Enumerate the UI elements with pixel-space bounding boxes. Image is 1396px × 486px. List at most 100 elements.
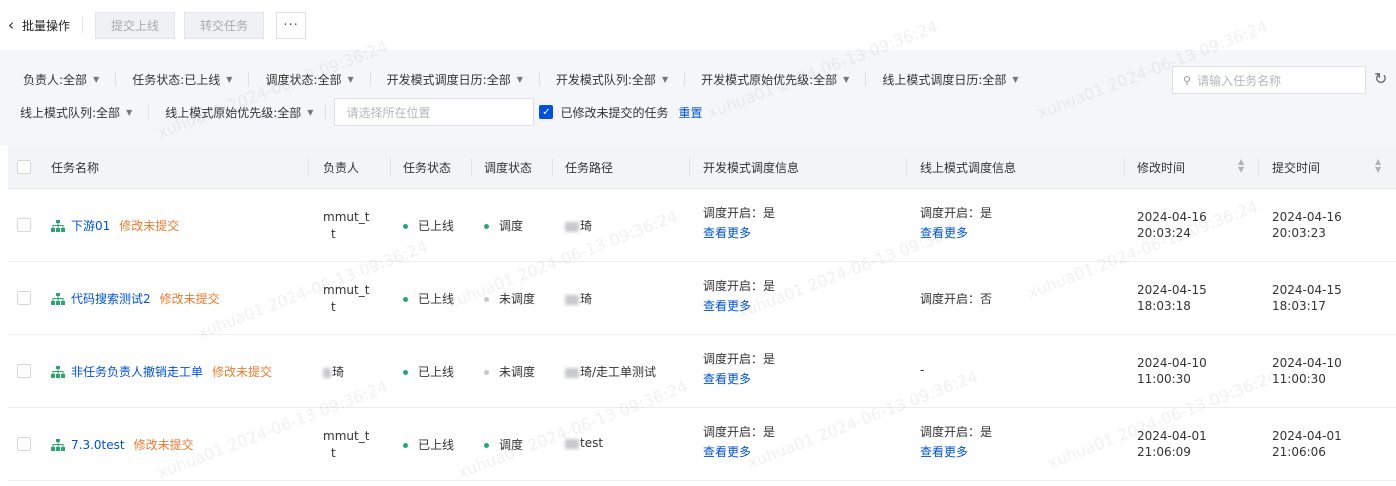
online-info-cell: - (920, 363, 924, 377)
caret-down-icon: ▼ (843, 74, 850, 84)
filter-divider (148, 105, 150, 119)
redacted-mark (565, 294, 579, 305)
owner-filter-value: 全部 (63, 72, 88, 87)
status-dot-icon (484, 443, 489, 448)
submit-date: 2024-04-16 (1272, 210, 1342, 224)
task-name-link[interactable]: 代码搜索测试2 (71, 290, 151, 307)
submit-date: 2024-04-01 (1272, 429, 1342, 443)
col-owner: 负责人 (323, 161, 360, 175)
task-path-cell: 琦 (565, 290, 592, 307)
online-priority-filter[interactable]: 线上模式原始优先级: 全部 ▼ (165, 104, 313, 121)
task-status-filter[interactable]: 任务状态: 已上线 ▼ (132, 71, 232, 88)
row-checkbox[interactable] (17, 218, 31, 232)
more-actions-button[interactable]: ··· (276, 11, 307, 39)
modified-clock: 18:03:18 (1137, 299, 1191, 313)
online-view-more-link[interactable]: 查看更多 (920, 223, 992, 243)
modified-only-label: 已修改未提交的任务 (560, 105, 669, 120)
schedule-status-text: 调度 (499, 438, 524, 452)
redacted-mark (565, 367, 579, 378)
task-status-cell: 已上线 (403, 290, 454, 307)
checkbox-checked-icon[interactable]: ✓ (539, 105, 554, 119)
modified-tag: 修改未提交 (159, 292, 220, 306)
task-path-cell: 琦 (565, 217, 592, 234)
task-table: 任务名称 负责人 任务状态 调度状态 任务路径 开发模式调度信息 线上模式调度信… (8, 146, 1396, 481)
caret-down-icon: ▼ (1012, 74, 1019, 84)
dev-queue-filter-value: 全部 (631, 72, 656, 87)
col-submit-time[interactable]: 提交时间 (1272, 159, 1320, 176)
task-status-cell: 已上线 (403, 363, 454, 380)
caret-down-icon: ▼ (226, 74, 233, 84)
task-path-cell: test (565, 436, 603, 450)
modified-tag: 修改未提交 (212, 365, 273, 379)
status-dot-icon (403, 443, 408, 448)
schedule-status-filter[interactable]: 调度状态: 全部 ▼ (265, 71, 353, 88)
dev-view-more-link[interactable]: 查看更多 (703, 369, 775, 389)
dev-info-cell: 调度开启：是 查看更多 (703, 349, 775, 389)
task-status-text: 已上线 (418, 438, 455, 452)
owner-name-line2: t (331, 227, 336, 241)
online-schedule-enabled: 调度开启：否 (920, 292, 993, 306)
modified-only-toggle[interactable]: ✓ 已修改未提交的任务 (539, 104, 668, 121)
table-row[interactable]: 非任务负责人撤销走工单 修改未提交 琦 已上线 未调度 琦/走工单测试 调度开启… (8, 335, 1396, 408)
reset-link[interactable]: 重置 (678, 104, 702, 121)
dev-priority-filter-value: 全部 (813, 72, 838, 87)
schedule-status-filter-label: 调度状态: (265, 72, 318, 87)
filter-divider (865, 72, 867, 86)
dev-calendar-filter-value: 全部 (486, 72, 511, 87)
back-label: 批量操作 (22, 18, 71, 33)
owner-cell: mmut_t t (323, 282, 369, 316)
top-toolbar: ‹ 批量操作 提交上线 转交任务 ··· (0, 0, 1396, 50)
dev-priority-filter[interactable]: 开发模式原始优先级: 全部 ▼ (701, 71, 849, 88)
status-dot-icon (403, 224, 408, 229)
dev-info-cell: 调度开启：是 查看更多 (703, 422, 775, 462)
schedule-status-filter-value: 全部 (317, 72, 342, 87)
online-view-more-link[interactable]: 查看更多 (920, 442, 992, 462)
back-button[interactable]: ‹ 批量操作 (8, 17, 70, 34)
select-all-checkbox[interactable] (17, 160, 31, 174)
owner-cell: mmut_t t (323, 428, 369, 462)
online-calendar-filter[interactable]: 线上模式调度日历: 全部 ▼ (882, 71, 1018, 88)
submit-clock: 20:03:23 (1272, 226, 1326, 240)
dev-queue-filter[interactable]: 开发模式队列: 全部 ▼ (556, 71, 668, 88)
dev-view-more-link[interactable]: 查看更多 (703, 442, 775, 462)
refresh-icon[interactable]: ↻ (1374, 69, 1387, 88)
row-checkbox[interactable] (17, 364, 31, 378)
owner-filter-label: 负责人: (23, 72, 64, 87)
online-schedule-enabled: 调度开启：是 (920, 425, 993, 439)
row-checkbox[interactable] (17, 437, 31, 451)
sort-icon[interactable]: ▲ ▼ (1238, 158, 1244, 174)
transfer-task-button[interactable]: 转交任务 (184, 11, 265, 39)
sort-icon[interactable]: ▲ ▼ (1375, 158, 1381, 174)
owner-filter[interactable]: 负责人: 全部 ▼ (23, 71, 99, 88)
caret-down-icon: ▼ (516, 74, 523, 84)
submit-online-button[interactable]: 提交上线 (95, 11, 176, 39)
task-name-link[interactable]: 7.3.0test (71, 438, 125, 452)
task-path-text: 琦/走工单测试 (580, 365, 657, 379)
col-online-info: 线上模式调度信息 (920, 161, 1017, 175)
online-schedule-enabled: 调度开启：是 (920, 206, 993, 220)
task-name-link[interactable]: 下游01 (71, 217, 110, 234)
owner-name-line2: t (331, 446, 336, 460)
col-modified-time[interactable]: 修改时间 (1137, 159, 1185, 176)
dev-view-more-link[interactable]: 查看更多 (703, 296, 775, 316)
task-status-text: 已上线 (418, 292, 455, 306)
task-name-cell: 非任务负责人撤销走工单 修改未提交 (51, 363, 272, 380)
task-search-input[interactable]: ⚲ 请输入任务名称 (1172, 66, 1366, 94)
table-row[interactable]: 代码搜索测试2 修改未提交 mmut_t t 已上线 未调度 琦 调度开启：是 … (8, 262, 1396, 335)
table-row[interactable]: 7.3.0test 修改未提交 mmut_t t 已上线 调度 test 调度开… (8, 408, 1396, 481)
task-path-text: test (580, 436, 604, 450)
status-dot-icon (484, 297, 489, 302)
task-status-filter-label: 任务状态: (132, 72, 185, 87)
dev-view-more-link[interactable]: 查看更多 (703, 223, 775, 243)
filter-row-2: 线上模式队列: 全部 ▼ 线上模式原始优先级: 全部 ▼ 请选择所在位置 ✓ 已… (20, 98, 702, 126)
col-divider (390, 158, 391, 176)
dev-calendar-filter[interactable]: 开发模式调度日历: 全部 ▼ (387, 71, 523, 88)
row-checkbox[interactable] (17, 291, 31, 305)
location-select[interactable]: 请选择所在位置 (334, 98, 535, 126)
filter-divider (538, 72, 540, 86)
dev-info-cell: 调度开启：是 查看更多 (703, 203, 775, 243)
online-queue-filter[interactable]: 线上模式队列: 全部 ▼ (20, 104, 132, 121)
col-schedule-status: 调度状态 (484, 161, 533, 175)
task-name-link[interactable]: 非任务负责人撤销走工单 (71, 363, 203, 380)
table-row[interactable]: 下游01 修改未提交 mmut_t t 已上线 调度 琦 调度开启：是 查看更多… (8, 189, 1396, 262)
